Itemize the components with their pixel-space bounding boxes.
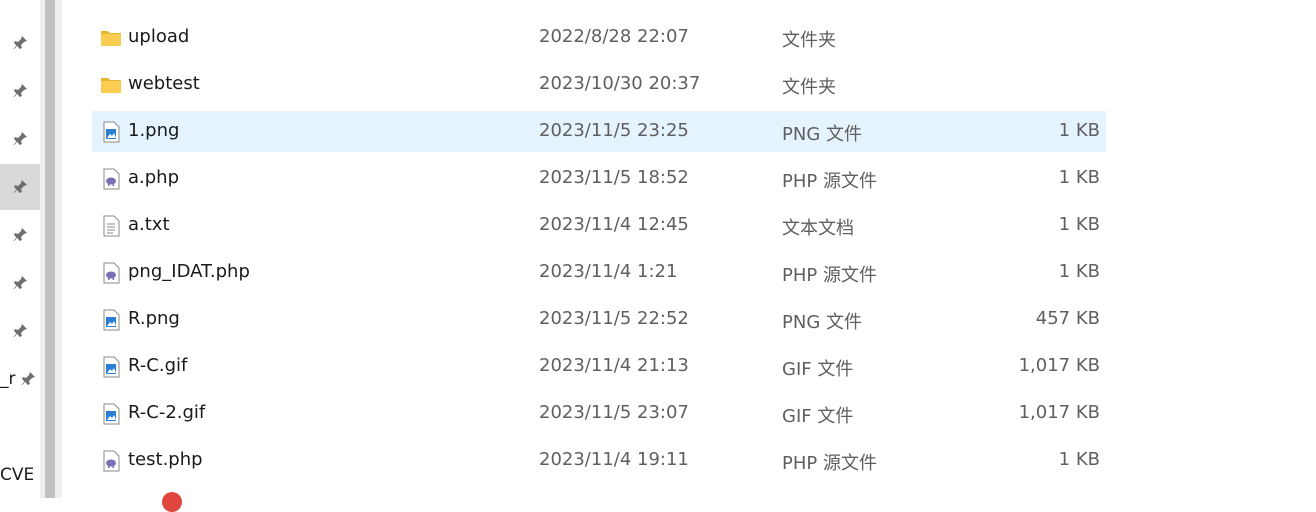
php-file-icon bbox=[100, 450, 122, 472]
nav-pane-scrollbar[interactable] bbox=[40, 0, 62, 498]
file-name: png_IDAT.php bbox=[128, 261, 250, 282]
pin-icon bbox=[13, 228, 27, 241]
file-list: upload 2022/8/28 22:07 文件夹 webtest 2023/10/3… bbox=[62, 0, 1316, 512]
file-row[interactable]: R.png 2023/11/5 22:52 PNG 文件 457 KB bbox=[92, 299, 1106, 340]
file-row[interactable]: 1.png 2023/11/5 23:25 PNG 文件 1 KB bbox=[92, 111, 1106, 152]
file-date-modified: 2023/11/5 18:52 bbox=[539, 167, 689, 188]
file-name: R-C-2.gif bbox=[128, 402, 206, 423]
file-name: 1.png bbox=[128, 120, 180, 141]
file-size: 1 KB bbox=[1058, 120, 1100, 141]
image-file-icon bbox=[100, 356, 122, 378]
pinned-item-selected[interactable] bbox=[0, 164, 40, 210]
file-type: PNG 文件 bbox=[782, 124, 862, 145]
file-name: a.txt bbox=[128, 214, 170, 235]
image-file-icon bbox=[100, 121, 122, 143]
file-name: R.png bbox=[128, 308, 180, 329]
image-file-icon bbox=[100, 309, 122, 331]
app-icon-partial bbox=[162, 492, 182, 512]
file-type: GIF 文件 bbox=[782, 359, 854, 380]
file-type: PHP 源文件 bbox=[782, 453, 877, 474]
file-type: GIF 文件 bbox=[782, 406, 854, 427]
file-date-modified: 2022/8/28 22:07 bbox=[539, 26, 689, 47]
pinned-item[interactable] bbox=[0, 308, 40, 354]
file-type: 文本文档 bbox=[782, 218, 854, 239]
nav-item-label-partial[interactable]: CVE bbox=[0, 465, 34, 485]
file-row[interactable]: R-C.gif 2023/11/4 21:13 GIF 文件 1,017 KB bbox=[92, 346, 1106, 387]
file-size: 1 KB bbox=[1058, 167, 1100, 188]
pin-icon bbox=[13, 276, 27, 289]
pinned-item[interactable] bbox=[0, 260, 40, 306]
file-type: PHP 源文件 bbox=[782, 171, 877, 192]
file-date-modified: 2023/11/4 19:11 bbox=[539, 449, 689, 470]
pinned-item[interactable] bbox=[0, 68, 40, 114]
file-type: PHP 源文件 bbox=[782, 265, 877, 286]
file-row[interactable]: png_IDAT.php 2023/11/4 1:21 PHP 源文件 1 KB bbox=[92, 252, 1106, 293]
file-date-modified: 2023/10/30 20:37 bbox=[539, 73, 701, 94]
text-file-icon bbox=[100, 215, 122, 237]
pin-icon bbox=[13, 84, 27, 97]
scrollbar-thumb[interactable] bbox=[45, 0, 55, 498]
file-row[interactable]: test.php 2023/11/4 19:11 PHP 源文件 1 KB bbox=[92, 440, 1106, 481]
pin-icon bbox=[13, 132, 27, 145]
file-size: 457 KB bbox=[1035, 308, 1100, 329]
pin-icon bbox=[13, 180, 27, 193]
php-file-icon bbox=[100, 262, 122, 284]
file-date-modified: 2023/11/5 22:52 bbox=[539, 308, 689, 329]
file-row[interactable]: webtest 2023/10/30 20:37 文件夹 bbox=[92, 64, 1106, 105]
nav-item-label-partial[interactable]: _r bbox=[0, 369, 16, 389]
file-size: 1 KB bbox=[1058, 214, 1100, 235]
file-name: test.php bbox=[128, 449, 203, 470]
file-date-modified: 2023/11/5 23:07 bbox=[539, 402, 689, 423]
file-type: PNG 文件 bbox=[782, 312, 862, 333]
file-name: R-C.gif bbox=[128, 355, 188, 376]
file-date-modified: 2023/11/5 23:25 bbox=[539, 120, 689, 141]
file-row[interactable]: a.txt 2023/11/4 12:45 文本文档 1 KB bbox=[92, 205, 1106, 246]
file-name: upload bbox=[128, 26, 190, 47]
file-type: 文件夹 bbox=[782, 30, 836, 51]
file-row[interactable]: R-C-2.gif 2023/11/5 23:07 GIF 文件 1,017 KB bbox=[92, 393, 1106, 434]
pinned-item[interactable] bbox=[0, 116, 40, 162]
file-name: a.php bbox=[128, 167, 180, 188]
pin-icon bbox=[13, 324, 27, 337]
file-type: 文件夹 bbox=[782, 77, 836, 98]
file-date-modified: 2023/11/4 21:13 bbox=[539, 355, 689, 376]
navigation-pane: _r CVE bbox=[0, 0, 40, 498]
pinned-item[interactable] bbox=[0, 20, 40, 66]
pinned-item[interactable] bbox=[0, 212, 40, 258]
pin-icon bbox=[21, 372, 35, 385]
file-date-modified: 2023/11/4 1:21 bbox=[539, 261, 678, 282]
file-size: 1 KB bbox=[1058, 449, 1100, 470]
file-date-modified: 2023/11/4 12:45 bbox=[539, 214, 689, 235]
file-size: 1,017 KB bbox=[1018, 355, 1100, 376]
file-name: webtest bbox=[128, 73, 200, 94]
pin-icon bbox=[13, 36, 27, 49]
file-size: 1,017 KB bbox=[1018, 402, 1100, 423]
file-row[interactable]: upload 2022/8/28 22:07 文件夹 bbox=[92, 17, 1106, 58]
folder-icon bbox=[100, 27, 122, 49]
php-file-icon bbox=[100, 168, 122, 190]
image-file-icon bbox=[100, 403, 122, 425]
file-row[interactable]: a.php 2023/11/5 18:52 PHP 源文件 1 KB bbox=[92, 158, 1106, 199]
folder-icon bbox=[100, 74, 122, 96]
file-size: 1 KB bbox=[1058, 261, 1100, 282]
